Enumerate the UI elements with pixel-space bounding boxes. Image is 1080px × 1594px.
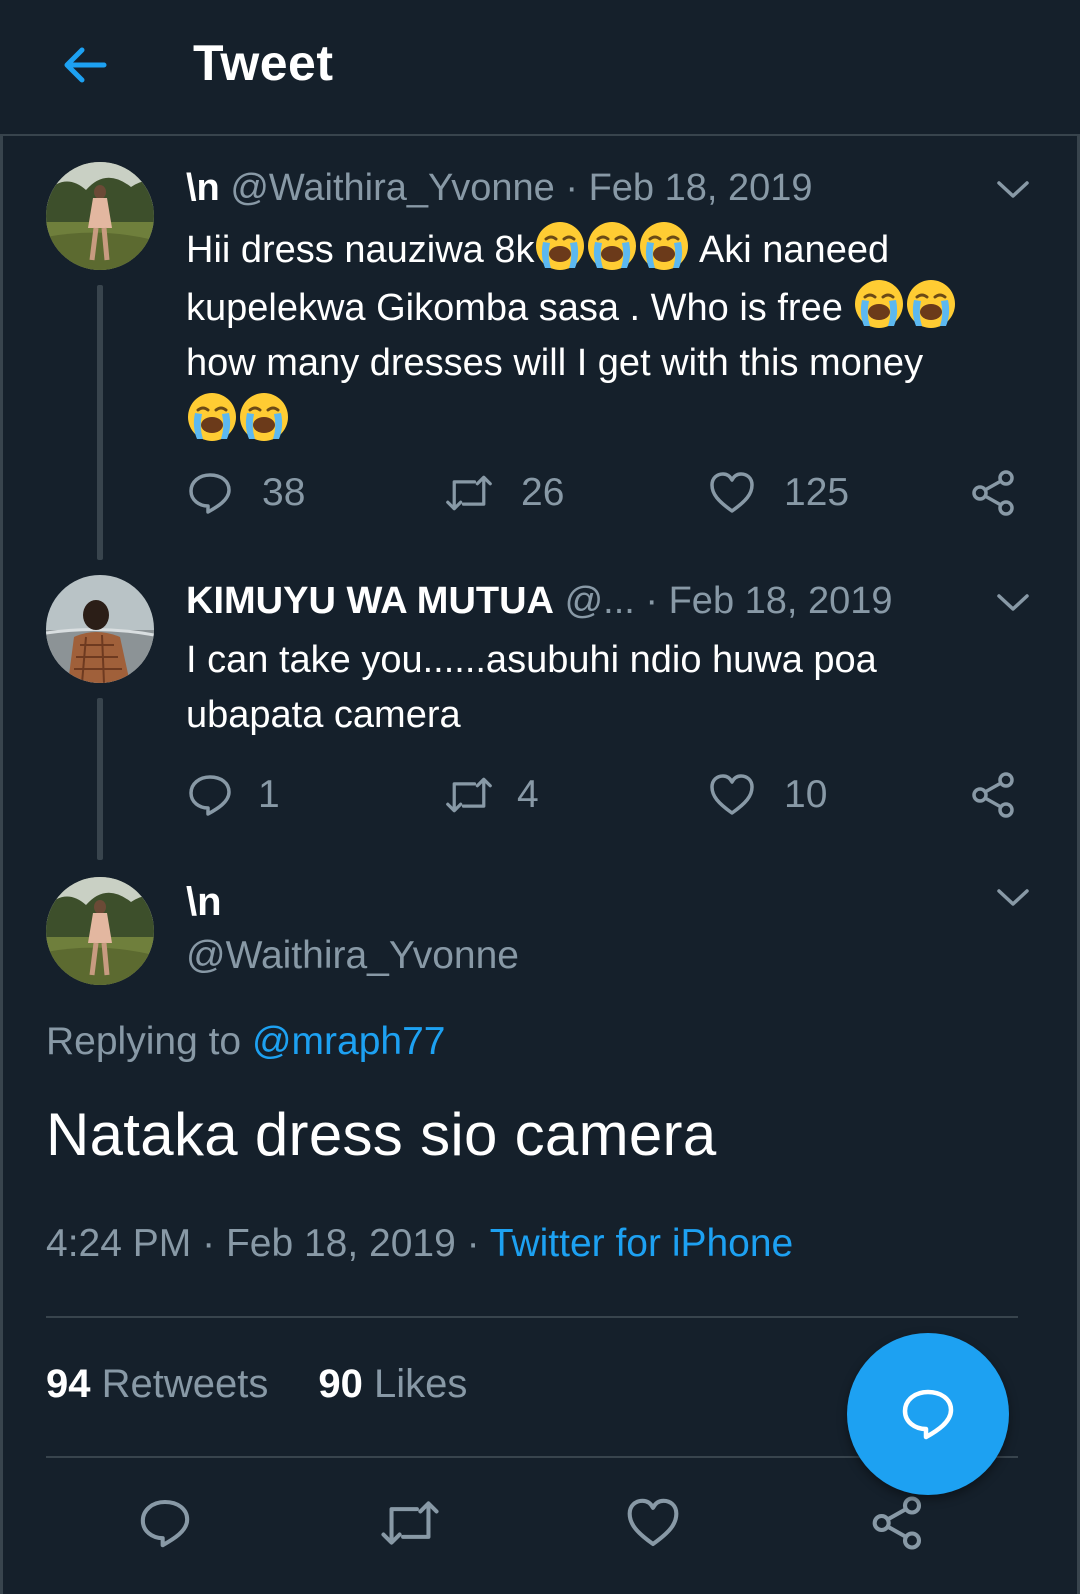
tweet-body: I can take you......asubuhi ndio huwa po… [186, 633, 1026, 743]
heart-icon [710, 774, 754, 815]
chevron-down-icon[interactable] [996, 593, 1030, 613]
reply-icon [189, 775, 231, 816]
share-icon[interactable] [870, 1495, 926, 1551]
tweet-body: Hii dress nauziwa 8k Aki naneed kupelekw… [186, 220, 1026, 449]
page-title: Tweet [193, 35, 334, 91]
mention-link[interactable]: @mraph77 [252, 1020, 446, 1063]
reply-button[interactable]: 38 [186, 463, 305, 523]
tweet-header: KIMUYU WA MUTUA @... · Feb 18, 2019 [186, 579, 893, 623]
heart-icon [710, 472, 754, 513]
engagement-stats: 94 Retweets 90 Likes [46, 1362, 467, 1407]
reply-count: 1 [258, 773, 280, 816]
loudly-crying-face-emoji [186, 391, 238, 443]
retweet-button[interactable]: 4 [445, 765, 539, 825]
loudly-crying-face-emoji [905, 278, 957, 330]
retweet-icon[interactable] [380, 1495, 439, 1551]
reply-count: 38 [262, 471, 306, 514]
loudly-crying-face-emoji [586, 220, 638, 272]
loudly-crying-face-emoji [853, 278, 905, 330]
share-icon [972, 470, 1014, 516]
compose-reply-icon [902, 1389, 954, 1440]
username[interactable]: @... [565, 580, 635, 622]
reply-icon [189, 473, 231, 514]
retweet-icon [446, 475, 492, 511]
tweet-line: kupelekwa Gikomba sasa . Who is free [186, 278, 1026, 336]
retweets-stat[interactable]: 94 Retweets [46, 1362, 268, 1406]
tweet-line: how many dresses will I get with this mo… [186, 342, 924, 384]
tweet-actions: 38 26 125 [0, 463, 1080, 523]
tweet-date: Feb 18, 2019 [225, 1222, 456, 1265]
display-name[interactable]: \n [186, 880, 222, 925]
tweet-detail-screen: Tweet \n @Waithira_Yvonne · Feb 18, 2019 [0, 0, 1080, 1594]
avatar[interactable] [46, 162, 154, 270]
display-name[interactable]: KIMUYU WA MUTUA [186, 580, 554, 622]
like-count: 125 [784, 471, 850, 514]
share-button[interactable] [970, 463, 1018, 523]
client-link[interactable]: Twitter for iPhone [490, 1222, 793, 1265]
separator-dot: · [565, 167, 579, 209]
tweet-date[interactable]: Feb 18, 2019 [669, 580, 893, 622]
share-button[interactable] [970, 765, 1018, 825]
likes-stat[interactable]: 90 Likes [318, 1362, 467, 1406]
reply-icon[interactable] [137, 1495, 193, 1551]
tweet-line: ubapata camera [186, 694, 461, 736]
retweet-button[interactable]: 26 [445, 463, 564, 523]
like-count: 10 [784, 773, 828, 816]
loudly-crying-face-emoji [238, 391, 290, 443]
back-arrow-icon[interactable] [60, 40, 110, 90]
compose-reply-button[interactable] [847, 1333, 1009, 1495]
heart-icon[interactable] [625, 1495, 681, 1551]
retweet-count: 4 [517, 773, 539, 816]
reply-button[interactable]: 1 [186, 765, 280, 825]
username[interactable]: @Waithira_Yvonne [186, 934, 519, 978]
separator-dot: · [645, 580, 659, 622]
tweet-line: Hii dress nauziwa 8k Aki naneed [186, 220, 1026, 278]
tweet-time: 4:24 PM [46, 1222, 192, 1265]
retweet-count: 26 [521, 471, 565, 514]
tweet-date[interactable]: Feb 18, 2019 [589, 167, 813, 209]
share-icon [972, 772, 1014, 818]
tweet-actions: 1 4 10 [0, 765, 1080, 825]
divider [46, 1316, 1018, 1318]
like-button[interactable]: 10 [708, 765, 827, 825]
focused-actions [0, 1495, 1080, 1555]
loudly-crying-face-emoji [638, 220, 690, 272]
chevron-down-icon[interactable] [996, 180, 1030, 200]
like-button[interactable]: 125 [708, 463, 849, 523]
replying-to: Replying to @mraph77 [46, 1020, 446, 1063]
avatar[interactable] [46, 877, 154, 985]
username[interactable]: @Waithira_Yvonne [230, 167, 554, 209]
avatar[interactable] [46, 575, 154, 683]
chevron-down-icon[interactable] [996, 888, 1030, 908]
tweet-header: \n @Waithira_Yvonne · Feb 18, 2019 [186, 166, 813, 210]
display-name[interactable]: \n [186, 167, 220, 209]
frame-border-left [0, 136, 3, 1594]
tweet-line: I can take you......asubuhi ndio huwa po… [186, 639, 877, 681]
tweet-meta: 4:24 PM · Feb 18, 2019 · Twitter for iPh… [46, 1222, 794, 1265]
tweet-text: Nataka dress sio camera [46, 1101, 717, 1168]
top-bar: Tweet [0, 0, 1080, 136]
retweet-icon [446, 777, 492, 813]
tweet-line [186, 391, 1026, 449]
loudly-crying-face-emoji [534, 220, 586, 272]
